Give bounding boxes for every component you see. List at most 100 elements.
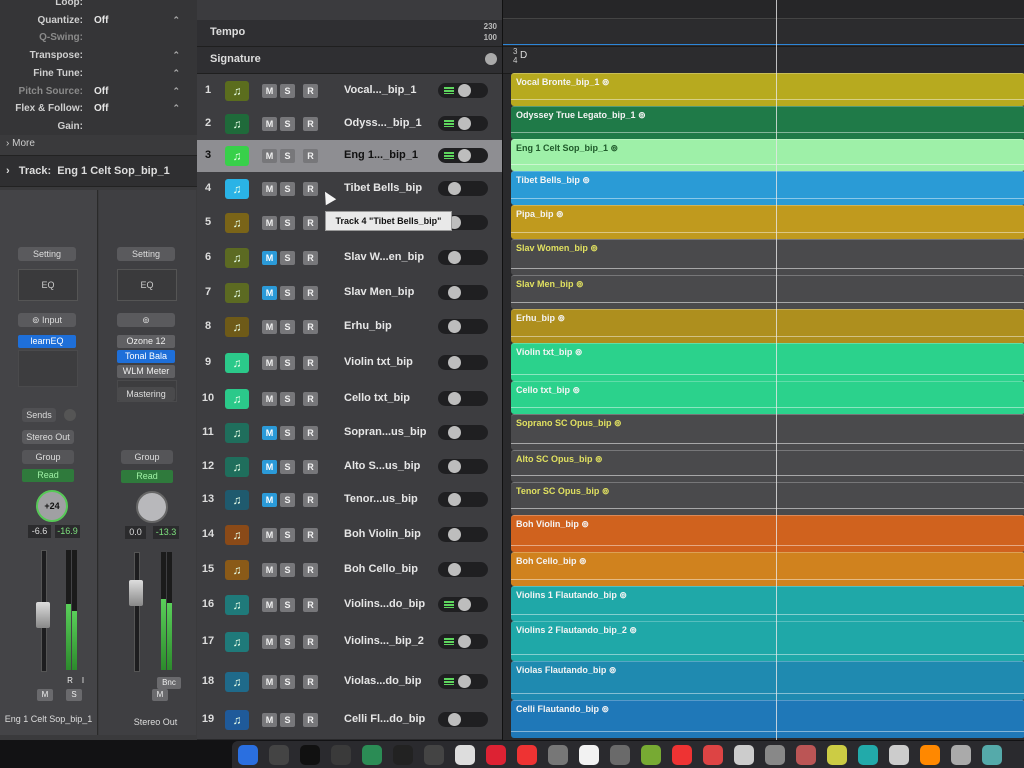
app-icon[interactable] bbox=[579, 745, 599, 765]
solo-button[interactable]: S bbox=[280, 675, 295, 689]
mute-button[interactable]: M bbox=[262, 675, 277, 689]
mute-button[interactable]: M bbox=[262, 84, 277, 98]
track-header-row[interactable]: 11 ♫ M S R Sopran...us_bip bbox=[197, 415, 502, 452]
track-on-off-toggle[interactable] bbox=[438, 355, 488, 370]
mute-button[interactable]: M bbox=[262, 182, 277, 196]
record-button[interactable]: R bbox=[303, 216, 318, 230]
record-button[interactable]: R bbox=[303, 528, 318, 542]
record-button[interactable]: R bbox=[303, 84, 318, 98]
app-icon[interactable] bbox=[827, 745, 847, 765]
track-on-off-toggle[interactable] bbox=[438, 527, 488, 542]
peak-value[interactable]: -13.3 bbox=[153, 526, 179, 539]
app-icon[interactable] bbox=[424, 745, 444, 765]
record-button[interactable]: R bbox=[303, 286, 318, 300]
track-name[interactable]: Slav W...en_bip bbox=[344, 251, 424, 263]
region-param-row[interactable]: Transpose: ⌃ bbox=[0, 47, 190, 64]
volume-fader-cap[interactable] bbox=[36, 602, 50, 628]
track-header-row[interactable]: 16 ♫ M S R Violins...do_bip bbox=[197, 587, 502, 623]
track-on-off-toggle[interactable] bbox=[438, 562, 488, 577]
plugin-slot-learneq[interactable]: learnEQ bbox=[18, 335, 76, 348]
record-button[interactable]: R bbox=[303, 356, 318, 370]
region-block[interactable]: Boh Cello_bip ⊚ bbox=[511, 552, 1024, 586]
instrument-icon[interactable]: ♫ bbox=[225, 389, 249, 409]
track-header-row[interactable]: 6 ♫ M S R Slav W...en_bip bbox=[197, 240, 502, 277]
instrument-icon[interactable]: ♫ bbox=[225, 283, 249, 303]
app-icon[interactable] bbox=[300, 745, 320, 765]
record-button[interactable]: R bbox=[303, 635, 318, 649]
record-button[interactable]: R bbox=[303, 493, 318, 507]
setting-button[interactable]: Setting bbox=[117, 247, 175, 261]
app-icon[interactable] bbox=[920, 745, 940, 765]
mute-button[interactable]: M bbox=[262, 251, 277, 265]
instrument-icon[interactable]: ♫ bbox=[225, 525, 249, 545]
track-on-off-toggle[interactable] bbox=[438, 597, 488, 612]
region-block[interactable]: Slav Women_bip ⊚ bbox=[511, 239, 1024, 275]
region-param-row[interactable]: Flex & Follow: Off ⌃ bbox=[0, 100, 190, 117]
instrument-icon[interactable]: ♫ bbox=[225, 457, 249, 477]
updown-chevron-icon[interactable]: ⌃ bbox=[172, 12, 180, 29]
volume-value[interactable]: 0.0 bbox=[125, 526, 146, 539]
instrument-icon[interactable]: ♫ bbox=[225, 632, 249, 652]
region-block[interactable]: Violins 2 Flautando_bip_2 ⊚ bbox=[511, 621, 1024, 661]
setting-button[interactable]: Setting bbox=[18, 247, 76, 261]
record-button[interactable]: R bbox=[303, 426, 318, 440]
region-block[interactable]: Eng 1 Celt Sop_bip_1 ⊚ bbox=[511, 139, 1024, 171]
record-button[interactable]: R bbox=[303, 675, 318, 689]
track-name[interactable]: Violins..._bip_2 bbox=[344, 635, 424, 647]
track-header-row[interactable]: 13 ♫ M S R Tenor...us_bip bbox=[197, 483, 502, 517]
group-slot[interactable]: Group bbox=[22, 450, 74, 464]
region-block[interactable]: Violas Flautando_bip ⊚ bbox=[511, 661, 1024, 700]
track-header-row[interactable]: 12 ♫ M S R Alto S...us_bip bbox=[197, 451, 502, 484]
mute-button[interactable]: M bbox=[262, 286, 277, 300]
region-block[interactable]: Cello txt_bip ⊚ bbox=[511, 381, 1024, 414]
solo-button[interactable]: S bbox=[280, 149, 295, 163]
send-knob-icon[interactable] bbox=[64, 409, 76, 421]
mute-button[interactable]: M bbox=[262, 320, 277, 334]
instrument-icon[interactable]: ♫ bbox=[225, 423, 249, 443]
volume-fader-cap[interactable] bbox=[129, 580, 143, 606]
updown-chevron-icon[interactable]: ⌃ bbox=[172, 65, 180, 82]
updown-chevron-icon[interactable]: ⌃ bbox=[172, 100, 180, 117]
automation-read-button[interactable]: Read bbox=[121, 470, 173, 483]
solo-button[interactable]: S bbox=[280, 493, 295, 507]
region-param-row[interactable]: Pitch Source: Off ⌃ bbox=[0, 83, 190, 100]
app-icon[interactable] bbox=[734, 745, 754, 765]
track-on-off-toggle[interactable] bbox=[438, 250, 488, 265]
arrange-area[interactable]: 3 4 D Vocal Bronte_bip_1 ⊚ Odyssey True L… bbox=[502, 0, 1024, 740]
bar-ruler[interactable] bbox=[503, 0, 1024, 19]
solo-button[interactable]: S bbox=[280, 598, 295, 612]
track-on-off-toggle[interactable] bbox=[438, 459, 488, 474]
updown-chevron-icon[interactable]: ⌃ bbox=[172, 83, 180, 100]
record-button[interactable]: R bbox=[303, 563, 318, 577]
more-disclosure[interactable]: › More bbox=[6, 138, 35, 149]
solo-button[interactable]: S bbox=[280, 117, 295, 131]
signature-lane[interactable]: 3 4 D bbox=[503, 47, 1024, 74]
track-header-row[interactable]: 17 ♫ M S R Violins..._bip_2 bbox=[197, 622, 502, 663]
solo-button[interactable]: S bbox=[280, 426, 295, 440]
app-icon[interactable] bbox=[486, 745, 506, 765]
track-header-row[interactable]: 15 ♫ M S R Boh Cello_bip bbox=[197, 553, 502, 588]
track-on-off-toggle[interactable] bbox=[438, 634, 488, 649]
track-name[interactable]: Eng 1..._bip_1 bbox=[344, 149, 418, 161]
solo-button[interactable]: S bbox=[280, 392, 295, 406]
input-monitor-button[interactable]: I bbox=[75, 675, 91, 687]
app-icon[interactable] bbox=[672, 745, 692, 765]
app-icon[interactable] bbox=[951, 745, 971, 765]
track-header-row[interactable]: 1 ♫ M S R Vocal..._bip_1 bbox=[197, 74, 502, 108]
solo-button[interactable]: S bbox=[280, 251, 295, 265]
mute-button[interactable]: M bbox=[262, 460, 277, 474]
eq-display[interactable]: EQ bbox=[117, 269, 177, 301]
instrument-icon[interactable]: ♫ bbox=[225, 560, 249, 580]
instrument-icon[interactable]: ♫ bbox=[225, 490, 249, 510]
instrument-icon[interactable]: ♫ bbox=[225, 595, 249, 615]
track-on-off-toggle[interactable] bbox=[438, 712, 488, 727]
track-inspector-header[interactable]: › Track: Eng 1 Celt Sop_bip_1 bbox=[0, 155, 197, 187]
track-name[interactable]: Tenor...us_bip bbox=[344, 493, 418, 505]
track-name[interactable]: Violin txt_bip bbox=[344, 356, 413, 368]
app-icon[interactable] bbox=[393, 745, 413, 765]
track-name[interactable]: Boh Violin_bip bbox=[344, 528, 421, 540]
track-on-off-toggle[interactable] bbox=[438, 83, 488, 98]
tempo-lane[interactable] bbox=[503, 20, 1024, 47]
solo-button[interactable]: S bbox=[280, 356, 295, 370]
plugin-slot-tonal-balance[interactable]: Tonal Bala bbox=[117, 350, 175, 363]
